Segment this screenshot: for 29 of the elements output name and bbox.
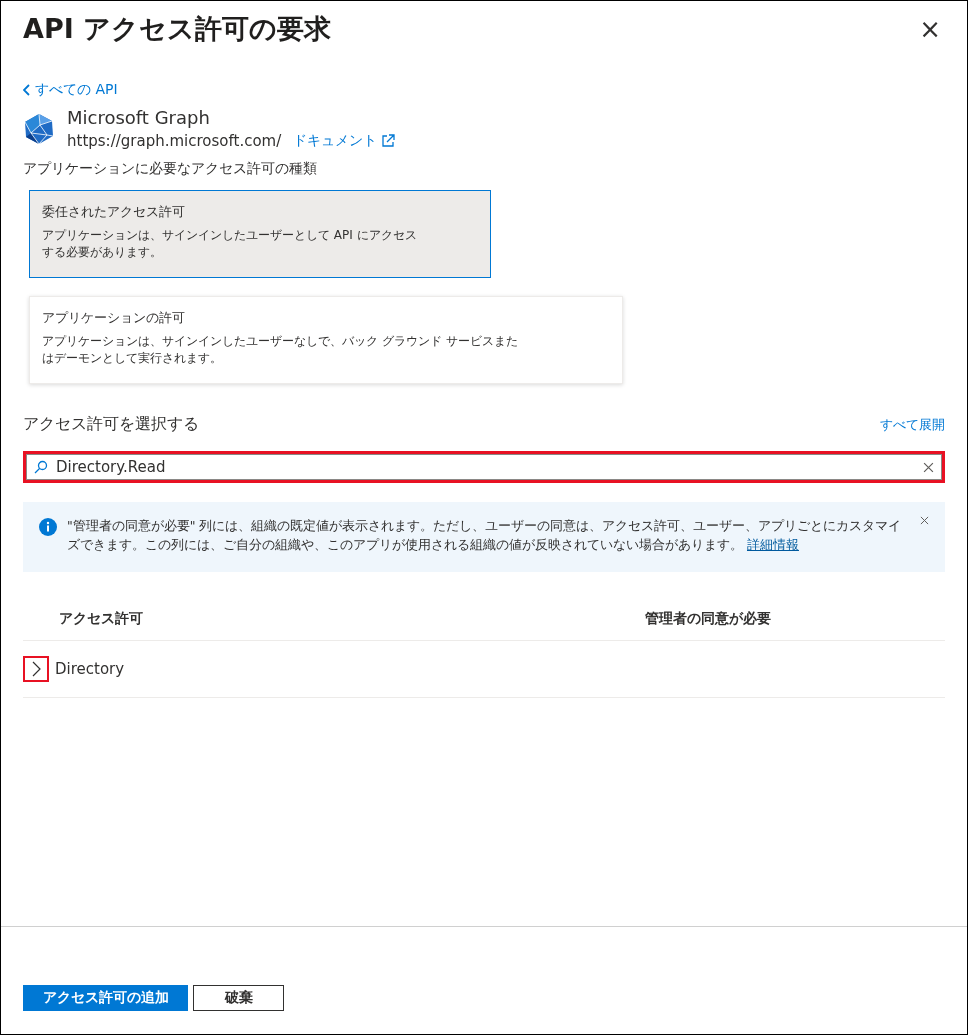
- permission-type-card[interactable]: アプリケーションの許可 アプリケーションは、サインインしたユーザーなしで、バック グラウンド サービスまたはデーモンとして実行されます。: [29, 296, 623, 384]
- permission-group-name: Directory: [55, 660, 125, 678]
- clear-icon[interactable]: [923, 461, 934, 473]
- column-header: アクセス許可: [58, 610, 144, 628]
- search-input[interactable]: Directory.Read: [54, 457, 917, 477]
- chevron-left-icon: [23, 84, 31, 96]
- chevron-icon: [30, 661, 42, 677]
- graph-logo-icon: [23, 112, 55, 145]
- info-text: "管理者の同意が必要" 列には、組織の既定値が表示されます。ただし、ユーザーの同意は、アクセス許可、ユーザー、アプリごとにカスタマイズできます。この列には、ご自分の組織や、このアプリが使用される組織の値が反映されていない場合があります。 詳細情報: [67, 517, 903, 554]
- info-icon: [39, 518, 57, 536]
- close-button[interactable]: ×: [915, 14, 945, 44]
- api-url: https://graph.microsoft.com/: [67, 132, 282, 150]
- dismiss-icon[interactable]: [920, 516, 929, 525]
- learn-more-link[interactable]: 詳細情報: [747, 537, 799, 552]
- expand-all-link[interactable]: すべて展開: [880, 415, 945, 434]
- section-label: アプリケーションに必要なアクセス許可の種類: [23, 160, 318, 178]
- api-name: Microsoft Graph: [67, 107, 211, 128]
- add-permissions-button[interactable]: アクセス許可の追加: [23, 985, 188, 1011]
- back-link[interactable]: すべての API: [23, 81, 118, 99]
- external-link-icon: [381, 134, 396, 148]
- expand-button[interactable]: [23, 656, 49, 682]
- search-icon: [34, 460, 48, 474]
- column-header: 管理者の同意が必要: [645, 610, 772, 628]
- panel-title: API アクセス許可の要求: [23, 12, 332, 46]
- permission-type-card[interactable]: 委任されたアクセス許可 アプリケーションは、サインインしたユーザーとして API にアクセスする必要があります。: [29, 190, 491, 278]
- section-label: アクセス許可を選択する: [23, 414, 199, 435]
- discard-button[interactable]: 破棄: [193, 985, 284, 1011]
- search-field[interactable]: Directory.Read: [23, 451, 945, 483]
- documentation-link[interactable]: ドキュメント: [293, 132, 396, 150]
